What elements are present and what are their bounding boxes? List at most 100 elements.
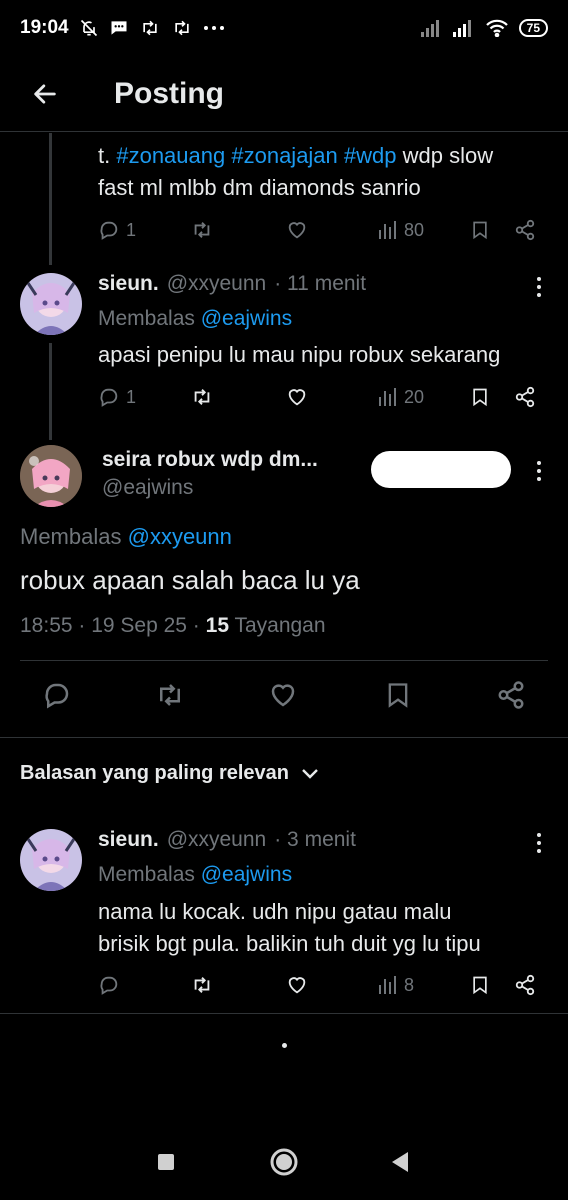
tweet-actions: 1 20 bbox=[98, 382, 548, 412]
share-icon bbox=[515, 974, 535, 996]
home-button[interactable] bbox=[266, 1146, 302, 1178]
repost-button[interactable] bbox=[190, 974, 214, 996]
recents-button[interactable] bbox=[150, 1146, 182, 1178]
bookmark-button[interactable] bbox=[384, 680, 412, 710]
bookmark-button[interactable] bbox=[470, 219, 490, 241]
like-button[interactable] bbox=[286, 219, 308, 241]
tweet-text: t. #zonauang #zonajajan #wdp wdp slow fa… bbox=[98, 143, 494, 200]
share-button[interactable] bbox=[514, 974, 536, 996]
arrow-left-icon bbox=[34, 83, 56, 104]
mention-link[interactable]: @eajwins bbox=[201, 307, 292, 330]
tweet-partial[interactable]: t. #zonauang #zonajajan #wdp wdp slow fa… bbox=[98, 140, 548, 204]
bookmark-icon bbox=[473, 388, 487, 407]
loading-indicator bbox=[282, 1043, 287, 1048]
bell-off-icon bbox=[79, 18, 99, 38]
divider bbox=[0, 737, 568, 738]
reply-icon bbox=[100, 976, 118, 995]
more-dots-icon bbox=[203, 24, 225, 32]
views-label: Tayangan bbox=[234, 614, 326, 637]
more-options-icon[interactable] bbox=[536, 277, 542, 297]
views-icon bbox=[379, 976, 396, 994]
bookmark-button[interactable] bbox=[470, 386, 490, 408]
divider bbox=[20, 660, 548, 661]
avatar[interactable] bbox=[20, 445, 82, 507]
repost-icon bbox=[194, 222, 210, 238]
reply-button[interactable]: 1 bbox=[98, 386, 136, 408]
views-icon bbox=[379, 388, 396, 406]
views-button[interactable]: 20 bbox=[378, 387, 424, 408]
share-button[interactable] bbox=[514, 386, 536, 408]
sort-label: Balasan yang paling relevan bbox=[20, 762, 289, 784]
more-options-icon[interactable] bbox=[536, 461, 542, 481]
display-name[interactable]: seira robux wdp dm... bbox=[102, 448, 318, 472]
display-name[interactable]: sieun. bbox=[98, 828, 159, 852]
user-handle[interactable]: @xxyeunn bbox=[167, 272, 267, 296]
back-button[interactable] bbox=[0, 56, 90, 132]
reply-button[interactable] bbox=[42, 680, 72, 710]
heart-icon bbox=[288, 389, 306, 406]
tweet-actions: 8 bbox=[98, 970, 548, 1000]
share-icon bbox=[515, 386, 535, 408]
repost-button[interactable] bbox=[190, 386, 214, 408]
repost-button[interactable] bbox=[190, 219, 214, 241]
reply-icon bbox=[100, 221, 118, 240]
repost-icon bbox=[194, 977, 210, 993]
retweet-icon bbox=[139, 18, 161, 38]
page-title: Posting bbox=[114, 76, 224, 110]
timestamp: · 11 menit bbox=[274, 272, 367, 295]
bookmark-icon bbox=[388, 683, 408, 708]
signal-icon bbox=[420, 19, 443, 37]
repost-icon bbox=[194, 389, 210, 405]
clock: 19:04 bbox=[20, 17, 69, 38]
heart-icon bbox=[288, 222, 306, 239]
like-button[interactable] bbox=[286, 386, 308, 408]
bookmark-icon bbox=[473, 221, 487, 240]
more-options-icon[interactable] bbox=[536, 833, 542, 853]
share-button[interactable] bbox=[514, 219, 536, 241]
thread-line bbox=[49, 133, 52, 265]
bookmark-button[interactable] bbox=[470, 974, 490, 996]
hashtag-link[interactable]: #zonauang bbox=[116, 143, 225, 168]
repost-icon bbox=[160, 684, 180, 706]
thread-line bbox=[49, 343, 52, 440]
tweet-text: apasi penipu lu mau nipu robux sekarang bbox=[98, 342, 501, 367]
battery-icon: 75 bbox=[518, 19, 548, 37]
tweet-meta: 18:55 · 19 Sep 25 · 15 Tayangan bbox=[20, 614, 326, 638]
views-button[interactable]: 8 bbox=[378, 975, 414, 996]
share-icon bbox=[515, 219, 535, 241]
repost-button[interactable] bbox=[154, 680, 186, 710]
heart-icon bbox=[271, 684, 295, 707]
back-nav-button[interactable] bbox=[384, 1146, 416, 1178]
hashtag-link[interactable]: #zonajajan bbox=[231, 143, 337, 168]
share-button[interactable] bbox=[496, 680, 526, 710]
timestamp: 18:55 · 19 Sep 25 · bbox=[20, 614, 206, 637]
like-button[interactable] bbox=[268, 680, 298, 710]
view-count: 15 bbox=[205, 614, 229, 637]
reply-context: Membalas @eajwins bbox=[98, 307, 293, 330]
hashtag-link[interactable]: #wdp bbox=[344, 143, 397, 168]
chevron-down-icon bbox=[302, 768, 318, 779]
sort-replies-dropdown[interactable]: Balasan yang paling relevan bbox=[20, 762, 319, 785]
top-bar: Posting bbox=[0, 56, 568, 132]
share-icon bbox=[498, 681, 524, 709]
mention-link[interactable]: @eajwins bbox=[201, 863, 292, 886]
reply-button[interactable] bbox=[98, 974, 120, 996]
display-name[interactable]: sieun. bbox=[98, 272, 159, 296]
triangle-back-icon bbox=[392, 1152, 408, 1172]
like-button[interactable] bbox=[286, 974, 308, 996]
signal-icon bbox=[452, 19, 475, 37]
avatar[interactable] bbox=[20, 273, 82, 335]
mention-link[interactable]: @xxyeunn bbox=[128, 524, 232, 549]
system-nav-bar bbox=[0, 1128, 568, 1200]
home-circle-icon bbox=[270, 1148, 298, 1176]
bookmark-icon bbox=[473, 976, 487, 995]
views-icon bbox=[379, 221, 396, 239]
avatar[interactable] bbox=[20, 829, 82, 891]
reply-button[interactable]: 1 bbox=[98, 219, 136, 241]
views-button[interactable]: 80 bbox=[378, 220, 424, 241]
user-handle[interactable]: @xxyeunn bbox=[167, 828, 267, 852]
reply-context: Membalas @xxyeunn bbox=[20, 524, 232, 549]
user-handle[interactable]: @eajwins bbox=[102, 476, 193, 500]
follow-button[interactable] bbox=[371, 451, 511, 488]
tweet-text: robux apaan salah baca lu ya bbox=[20, 565, 360, 595]
